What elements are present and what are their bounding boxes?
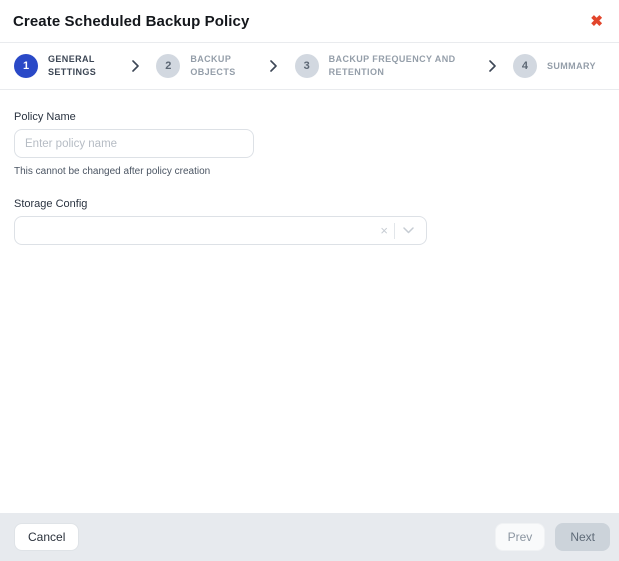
step-label: BACKUP FREQUENCY AND RETENTION	[329, 53, 471, 78]
chevron-right-icon	[471, 60, 513, 72]
step-summary[interactable]: 4 SUMMARY	[513, 54, 605, 78]
chevron-right-icon	[114, 60, 156, 72]
step-label: SUMMARY	[547, 60, 605, 73]
chevron-right-icon	[252, 60, 294, 72]
chevron-down-icon[interactable]	[395, 227, 418, 234]
step-number-badge: 1	[14, 54, 38, 78]
modal-header: Create Scheduled Backup Policy ✖	[0, 0, 619, 43]
step-general-settings[interactable]: 1 GENERAL SETTINGS	[14, 53, 114, 78]
wizard-stepper: 1 GENERAL SETTINGS 2 BACKUP OBJECTS 3 BA…	[0, 43, 619, 90]
step-number-badge: 4	[513, 54, 537, 78]
modal-footer: Cancel Prev Next	[0, 513, 619, 561]
modal-body: Policy Name This cannot be changed after…	[0, 90, 619, 513]
step-backup-objects[interactable]: 2 BACKUP OBJECTS	[156, 53, 252, 78]
storage-config-field-group: Storage Config ×	[14, 198, 605, 245]
step-number-badge: 2	[156, 54, 180, 78]
policy-name-helper-text: This cannot be changed after policy crea…	[14, 166, 605, 177]
create-backup-policy-modal: Create Scheduled Backup Policy ✖ 1 GENER…	[0, 0, 619, 561]
step-label: GENERAL SETTINGS	[48, 53, 114, 78]
close-icon[interactable]: ✖	[587, 12, 606, 31]
clear-icon[interactable]: ×	[374, 224, 394, 237]
step-label: BACKUP OBJECTS	[190, 53, 252, 78]
policy-name-label: Policy Name	[14, 111, 605, 123]
modal-title: Create Scheduled Backup Policy	[13, 13, 249, 30]
cancel-button[interactable]: Cancel	[14, 523, 79, 551]
storage-config-label: Storage Config	[14, 198, 605, 210]
step-backup-frequency-retention[interactable]: 3 BACKUP FREQUENCY AND RETENTION	[295, 53, 471, 78]
policy-name-field-group: Policy Name This cannot be changed after…	[14, 111, 605, 177]
next-button[interactable]: Next	[555, 523, 610, 551]
policy-name-input[interactable]	[14, 129, 254, 158]
step-number-badge: 3	[295, 54, 319, 78]
storage-config-select[interactable]: ×	[14, 216, 427, 245]
prev-button[interactable]: Prev	[495, 523, 546, 551]
